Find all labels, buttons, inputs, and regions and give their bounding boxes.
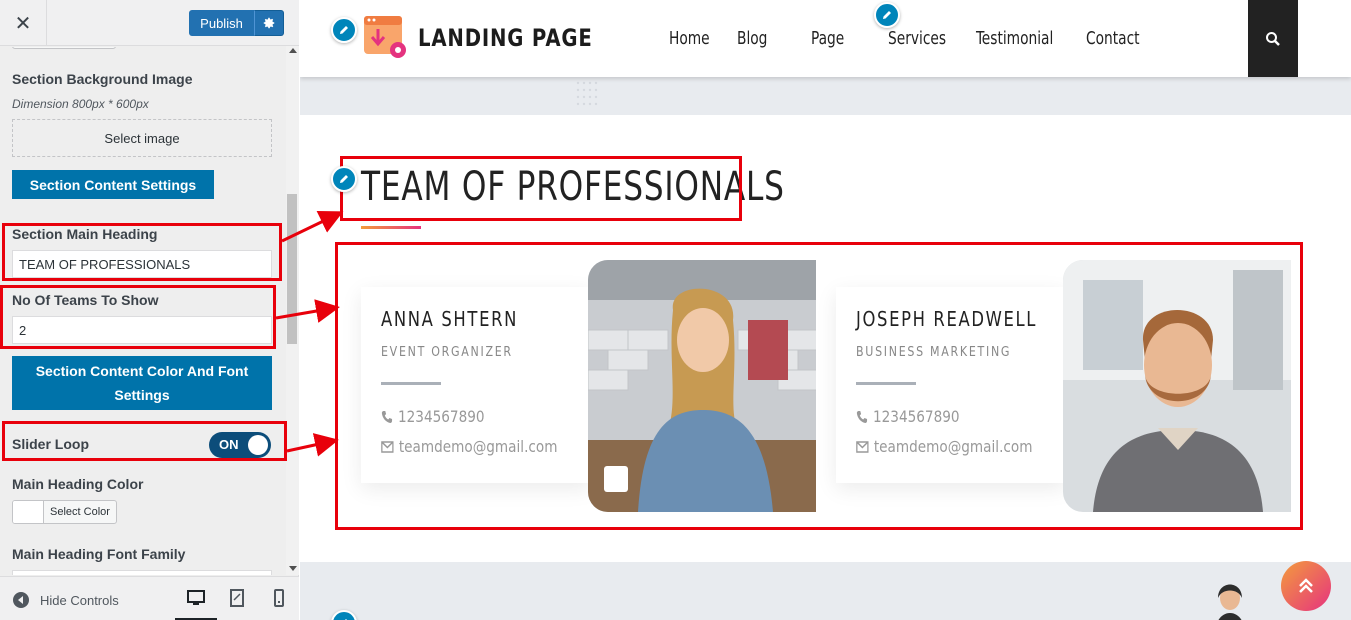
publish-button[interactable]: Publish (189, 10, 254, 36)
dot-pattern (576, 81, 598, 106)
customizer-header: ✕ Publish (0, 0, 299, 46)
previous-section-band (300, 77, 1351, 115)
chevron-up-icon[interactable] (289, 48, 297, 53)
nav-contact[interactable]: Contact (1086, 28, 1140, 49)
heading-underline (361, 226, 421, 229)
color-swatch (13, 501, 44, 523)
scrollbar-thumb[interactable] (287, 194, 297, 344)
panel-scrollbar[interactable] (286, 46, 299, 575)
annotation-box-main-heading (2, 223, 282, 281)
annotation-box-slider-loop (2, 421, 287, 461)
pencil-icon[interactable] (874, 2, 900, 28)
nav-blog[interactable]: Blog (737, 28, 767, 49)
bg-image-description: Dimension 800px * 600px (12, 97, 149, 111)
landing-page-logo (364, 16, 406, 58)
scroll-to-top-button[interactable] (1281, 561, 1331, 611)
select-color-label: Select Color (50, 506, 110, 518)
search-button[interactable] (1248, 0, 1298, 77)
nav-services[interactable]: Services (888, 28, 946, 49)
pencil-icon[interactable] (331, 17, 357, 43)
gear-icon[interactable] (254, 10, 284, 36)
previous-control (12, 47, 116, 49)
close-icon[interactable]: ✕ (0, 0, 47, 46)
color-font-settings-button[interactable]: Section Content Color And Font Settings (12, 356, 272, 410)
customizer-footer: Hide Controls (0, 576, 299, 620)
annotation-box-team-slider (335, 242, 1303, 530)
nav-page[interactable]: Page (811, 28, 844, 49)
search-icon (1266, 31, 1280, 46)
bg-image-label: Section Background Image (12, 71, 193, 87)
hide-controls-button[interactable]: Hide Controls (12, 591, 119, 609)
annotation-box-heading-preview (340, 156, 742, 221)
hide-controls-icon (13, 592, 29, 608)
site-header: LANDING PAGE Home Blog Page Services Tes… (300, 0, 1351, 77)
select-color-button[interactable]: Select Color (12, 500, 117, 524)
nav-testimonial[interactable]: Testimonial (976, 28, 1053, 49)
annotation-box-teams-count (0, 285, 276, 349)
double-chevron-up-icon (1299, 578, 1313, 593)
next-section-image (1218, 584, 1242, 620)
section-content-settings-button[interactable]: Section Content Settings (12, 170, 214, 199)
mobile-icon[interactable] (270, 589, 288, 607)
pencil-icon[interactable] (331, 166, 357, 192)
hide-controls-label: Hide Controls (40, 592, 119, 608)
chevron-down-icon[interactable] (289, 566, 297, 571)
tablet-icon[interactable] (228, 589, 246, 607)
select-image-button[interactable]: Select image (12, 119, 272, 157)
next-section-band (300, 562, 1351, 620)
heading-font-select[interactable] (12, 570, 272, 575)
desktop-icon[interactable] (187, 589, 205, 607)
site-brand[interactable]: LANDING PAGE (418, 24, 593, 52)
nav-home[interactable]: Home (669, 28, 710, 49)
heading-color-label: Main Heading Color (12, 476, 144, 492)
heading-font-label: Main Heading Font Family (12, 546, 186, 562)
